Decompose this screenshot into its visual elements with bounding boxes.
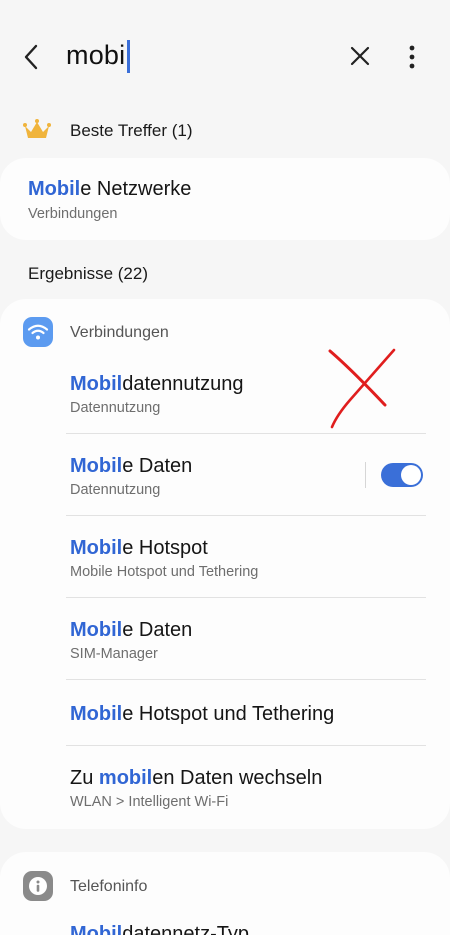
title-rest: e Hotspot und Tethering: [122, 703, 335, 725]
divider: [66, 515, 426, 516]
result-subtitle: SIM-Manager: [70, 646, 158, 662]
result-title: Mobile Daten: [70, 619, 192, 642]
title-rest: e Hotspot: [122, 537, 208, 559]
title-prefix: Zu: [70, 767, 99, 789]
match-highlight: Mobil: [70, 537, 123, 559]
match-highlight: mobil: [98, 767, 153, 789]
more-options-icon[interactable]: [400, 44, 424, 70]
match-highlight: Mobil: [70, 455, 123, 477]
best-hit-subtitle: Verbindungen: [28, 206, 118, 222]
result-subtitle: WLAN > Intelligent Wi-Fi: [70, 794, 229, 810]
search-bar: mobil: [0, 0, 450, 114]
result-subtitle: Mobile Hotspot und Tethering: [70, 564, 259, 580]
result-subtitle: Datennutzung: [70, 482, 161, 498]
title-rest: e Daten: [122, 455, 193, 477]
divider: [66, 597, 426, 598]
toggle-separator: [365, 462, 366, 488]
title-rest: e Daten: [122, 619, 193, 641]
result-title: Mobildatennetz-Typ: [70, 923, 249, 935]
divider: [66, 679, 426, 680]
match-highlight: Mobil: [70, 619, 123, 641]
title-rest: e Netzwerke: [80, 178, 192, 200]
clear-icon[interactable]: [348, 44, 372, 68]
wifi-icon: [23, 317, 53, 347]
best-hit-title: Mobile Netzwerke: [28, 178, 191, 201]
result-title: Mobile Hotspot und Tethering: [70, 703, 334, 726]
result-title: Zu mobilen Daten wechseln: [70, 767, 322, 790]
match-highlight: Mobil: [70, 923, 123, 935]
search-input[interactable]: mobil: [66, 40, 132, 71]
results-heading: Ergebnisse (22): [28, 264, 149, 283]
title-rest: datennetz-Typ: [122, 923, 249, 935]
result-subtitle: Datennutzung: [70, 400, 161, 416]
divider: [66, 745, 426, 746]
text-cursor: [127, 40, 130, 73]
back-arrow-icon[interactable]: [20, 42, 44, 72]
crown-icon: [23, 119, 51, 138]
match-highlight: Mobil: [70, 703, 123, 725]
best-hits-heading: Beste Treffer (1): [70, 121, 193, 140]
match-highlight: Mobil: [28, 178, 81, 200]
category-label: Telefoninfo: [70, 878, 148, 895]
result-title: Mobile Daten: [70, 455, 192, 478]
result-title: Mobildatennutzung: [70, 373, 243, 396]
divider: [66, 433, 426, 434]
category-label: Verbindungen: [70, 324, 169, 341]
best-hit-card[interactable]: Mobile Netzwerke Verbindungen: [0, 158, 450, 240]
mobile-data-toggle[interactable]: [381, 463, 423, 487]
annotation-cross-mark: [328, 348, 396, 429]
match-highlight: Mobil: [70, 373, 123, 395]
toggle-knob: [401, 465, 421, 485]
result-title: Mobile Hotspot: [70, 537, 208, 560]
title-rest: datennutzung: [122, 373, 244, 395]
title-rest: en Daten wechseln: [152, 767, 323, 789]
info-icon: [23, 871, 53, 901]
